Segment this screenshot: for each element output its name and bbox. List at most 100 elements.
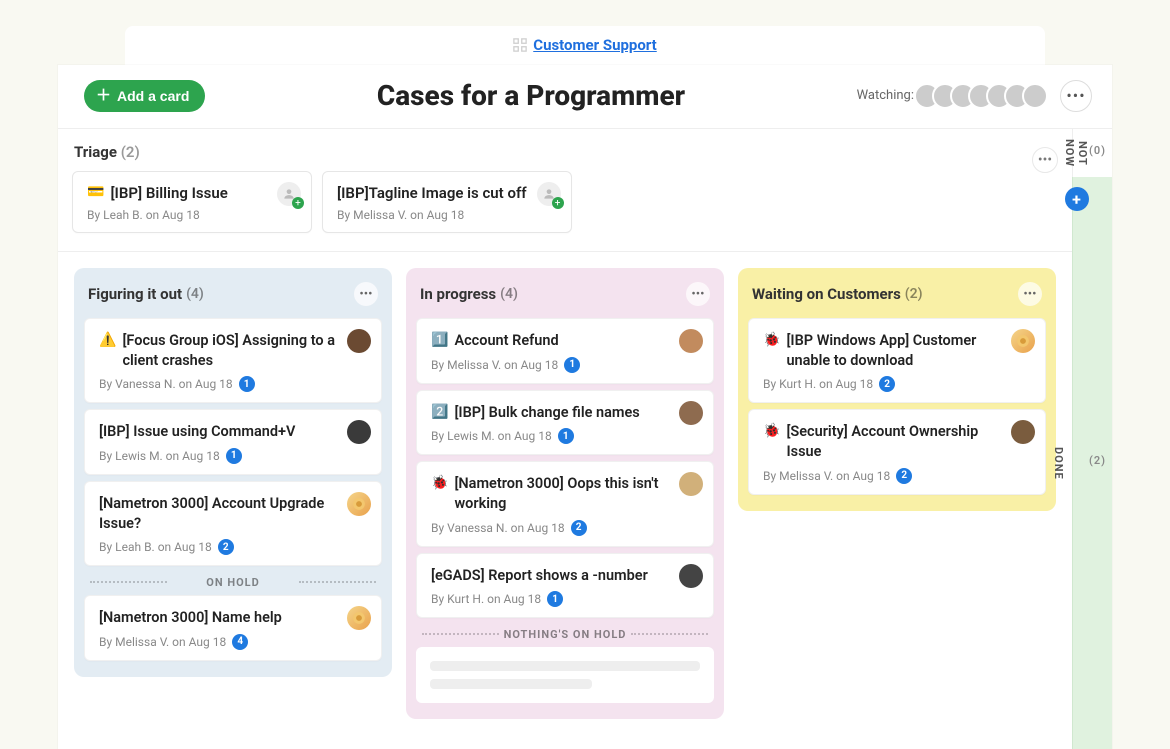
column-figuring-it-out: Figuring it out (4) ••• ⚠️[Focus Group i… <box>74 268 392 676</box>
triage-title: Triage (2) <box>74 143 1022 161</box>
rail-not-now[interactable]: (0) NOT NOW <box>1072 129 1112 177</box>
column-count: (4) <box>500 286 518 302</box>
card-title-text: [Nametron 3000] Name help <box>99 608 282 628</box>
card-emoji-icon: 2️⃣ <box>431 403 448 422</box>
card-avatar[interactable] <box>1011 420 1035 444</box>
card-emoji-icon: 🐞 <box>431 474 448 493</box>
card-byline: By Melissa V. on Aug 18 <box>763 469 890 483</box>
comment-count-badge: 1 <box>564 357 580 373</box>
columns-row: Figuring it out (4) ••• ⚠️[Focus Group i… <box>58 252 1072 749</box>
card-byline: By Kurt H. on Aug 18 <box>763 377 873 391</box>
card[interactable]: 🐞[Nametron 3000] Oops this isn't working… <box>416 461 714 546</box>
card-meta: By Melissa V. on Aug 18 1 <box>431 357 699 373</box>
card-title-text: [IBP Windows App] Customer unable to dow… <box>786 331 1001 370</box>
side-rails: (0) NOT NOW (2) + DONE <box>1072 129 1112 749</box>
card-avatar[interactable] <box>679 329 703 353</box>
card-title: 💳[IBP] Billing Issue <box>87 184 297 202</box>
column-more-button[interactable]: ••• <box>1018 282 1042 306</box>
card-title: 🐞[IBP Windows App] Customer unable to do… <box>763 331 1031 370</box>
card-meta: By Leah B. on Aug 182 <box>99 539 367 555</box>
comment-count-badge: 2 <box>879 376 895 392</box>
column-title: Waiting on Customers <box>752 285 901 303</box>
card[interactable]: 2️⃣[IBP] Bulk change file names By Lewis … <box>416 390 714 456</box>
add-card-button[interactable]: ＋ Add a card <box>84 80 205 112</box>
card-avatar[interactable] <box>347 420 371 444</box>
card-meta: By Kurt H. on Aug 181 <box>431 591 699 607</box>
card[interactable]: [Nametron 3000] Account Upgrade Issue? By… <box>84 481 382 566</box>
on-hold-divider: NOTHING'S ON HOLD <box>416 618 714 647</box>
card[interactable]: ⚠️[Focus Group iOS] Assigning to a clien… <box>84 318 382 403</box>
card-byline: By Leah B. on Aug 18 <box>99 540 212 554</box>
card-meta: By Melissa V. on Aug 182 <box>763 468 1031 484</box>
card-avatar[interactable] <box>347 492 371 516</box>
card-title-text: [Focus Group iOS] Assigning to a client … <box>122 331 337 370</box>
watcher-avatars[interactable] <box>922 83 1048 109</box>
board: ＋ Add a card Cases for a Programmer Watc… <box>58 65 1112 749</box>
card-emoji-icon: 🐞 <box>763 422 780 441</box>
card[interactable]: 1️⃣Account RefundBy Melissa V. on Aug 18… <box>416 318 714 384</box>
card[interactable]: 💳[IBP] Billing Issue By Leah B. on Aug 18 <box>72 171 312 233</box>
card-byline: By Melissa V. on Aug 18 <box>431 358 558 372</box>
add-card-label: Add a card <box>117 88 189 104</box>
avatar[interactable] <box>1022 83 1048 109</box>
watchers: Watching: <box>857 83 1048 109</box>
card-title-text: [IBP]Tagline Image is cut off <box>337 184 527 202</box>
comment-count-badge: 1 <box>239 376 255 392</box>
card-avatar[interactable] <box>679 401 703 425</box>
card-byline: By Lewis M. on Aug 18 <box>431 429 552 443</box>
comment-count-badge: 1 <box>226 448 242 464</box>
breadcrumb-link[interactable]: Customer Support <box>533 36 657 54</box>
breadcrumb: Customer Support <box>125 26 1045 65</box>
card-byline: By Leah B. on Aug 18 <box>87 208 200 222</box>
column-more-button[interactable]: ••• <box>354 282 378 306</box>
rail-count: (2) <box>1089 454 1106 467</box>
card-byline: By Melissa V. on Aug 18 <box>99 635 226 649</box>
card-avatar[interactable] <box>1011 329 1035 353</box>
add-to-done-button[interactable]: + <box>1065 187 1089 211</box>
plus-icon: ＋ <box>96 88 111 103</box>
card-title: 2️⃣[IBP] Bulk change file names <box>431 403 699 423</box>
triage-section: Triage (2) 💳[IBP] Billing Issue By Leah B… <box>58 129 1072 252</box>
column-more-button[interactable]: ••• <box>686 282 710 306</box>
card[interactable]: [IBP] Issue using Command+VBy Lewis M. o… <box>84 409 382 475</box>
card-title-text: [Nametron 3000] Account Upgrade Issue? <box>99 494 337 533</box>
card-meta: By Kurt H. on Aug 18 2 <box>763 376 1031 392</box>
card[interactable]: [Nametron 3000] Name help By Melissa V. o… <box>84 595 382 661</box>
card[interactable]: [IBP]Tagline Image is cut off By Melissa … <box>322 171 572 233</box>
card-byline: By Vanessa N. on Aug 18 <box>431 521 565 535</box>
card-byline: By Melissa V. on Aug 18 <box>337 208 464 222</box>
card-emoji-icon: 1️⃣ <box>431 331 448 350</box>
card-byline: By Lewis M. on Aug 18 <box>99 449 220 463</box>
rail-label: NOT NOW <box>1063 139 1089 167</box>
card-title-text: [IBP] Billing Issue <box>110 184 227 202</box>
card[interactable]: 🐞 [Security] Account Ownership Issue By Me… <box>748 409 1046 494</box>
card-avatar[interactable] <box>347 606 371 630</box>
card[interactable]: 🐞[IBP Windows App] Customer unable to do… <box>748 318 1046 403</box>
card[interactable]: [eGADS] Report shows a -numberBy Kurt H.… <box>416 553 714 619</box>
card-meta: By Lewis M. on Aug 18 1 <box>99 448 367 464</box>
card-meta: By Melissa V. on Aug 18 <box>337 208 557 222</box>
card-avatar[interactable] <box>679 564 703 588</box>
rail-done[interactable]: (2) + DONE <box>1072 177 1112 749</box>
board-header: ＋ Add a card Cases for a Programmer Watc… <box>58 65 1112 129</box>
column-title: Figuring it out <box>88 285 182 303</box>
triage-count: (2) <box>121 143 140 161</box>
column-count: (4) <box>186 286 204 302</box>
card-avatar[interactable] <box>347 329 371 353</box>
rail-label: DONE <box>1052 447 1065 480</box>
card-avatar[interactable] <box>277 182 301 206</box>
card-title: [Nametron 3000] Account Upgrade Issue? <box>99 494 367 533</box>
column-count: (2) <box>905 286 923 302</box>
triage-title-text: Triage <box>74 143 117 161</box>
card-avatar[interactable] <box>537 182 561 206</box>
board-more-button[interactable]: ••• <box>1060 80 1092 112</box>
card-avatar[interactable] <box>679 472 703 496</box>
triage-more-button[interactable]: ••• <box>1032 147 1058 173</box>
card-title-text: [Security] Account Ownership Issue <box>786 422 1001 461</box>
card-byline: By Vanessa N. on Aug 18 <box>99 377 233 391</box>
card-meta: By Vanessa N. on Aug 182 <box>431 520 699 536</box>
card-title: 🐞[Nametron 3000] Oops this isn't working <box>431 474 699 513</box>
watching-label: Watching: <box>857 88 914 103</box>
on-hold-divider: ON HOLD <box>84 566 382 595</box>
grid-icon <box>513 38 527 56</box>
